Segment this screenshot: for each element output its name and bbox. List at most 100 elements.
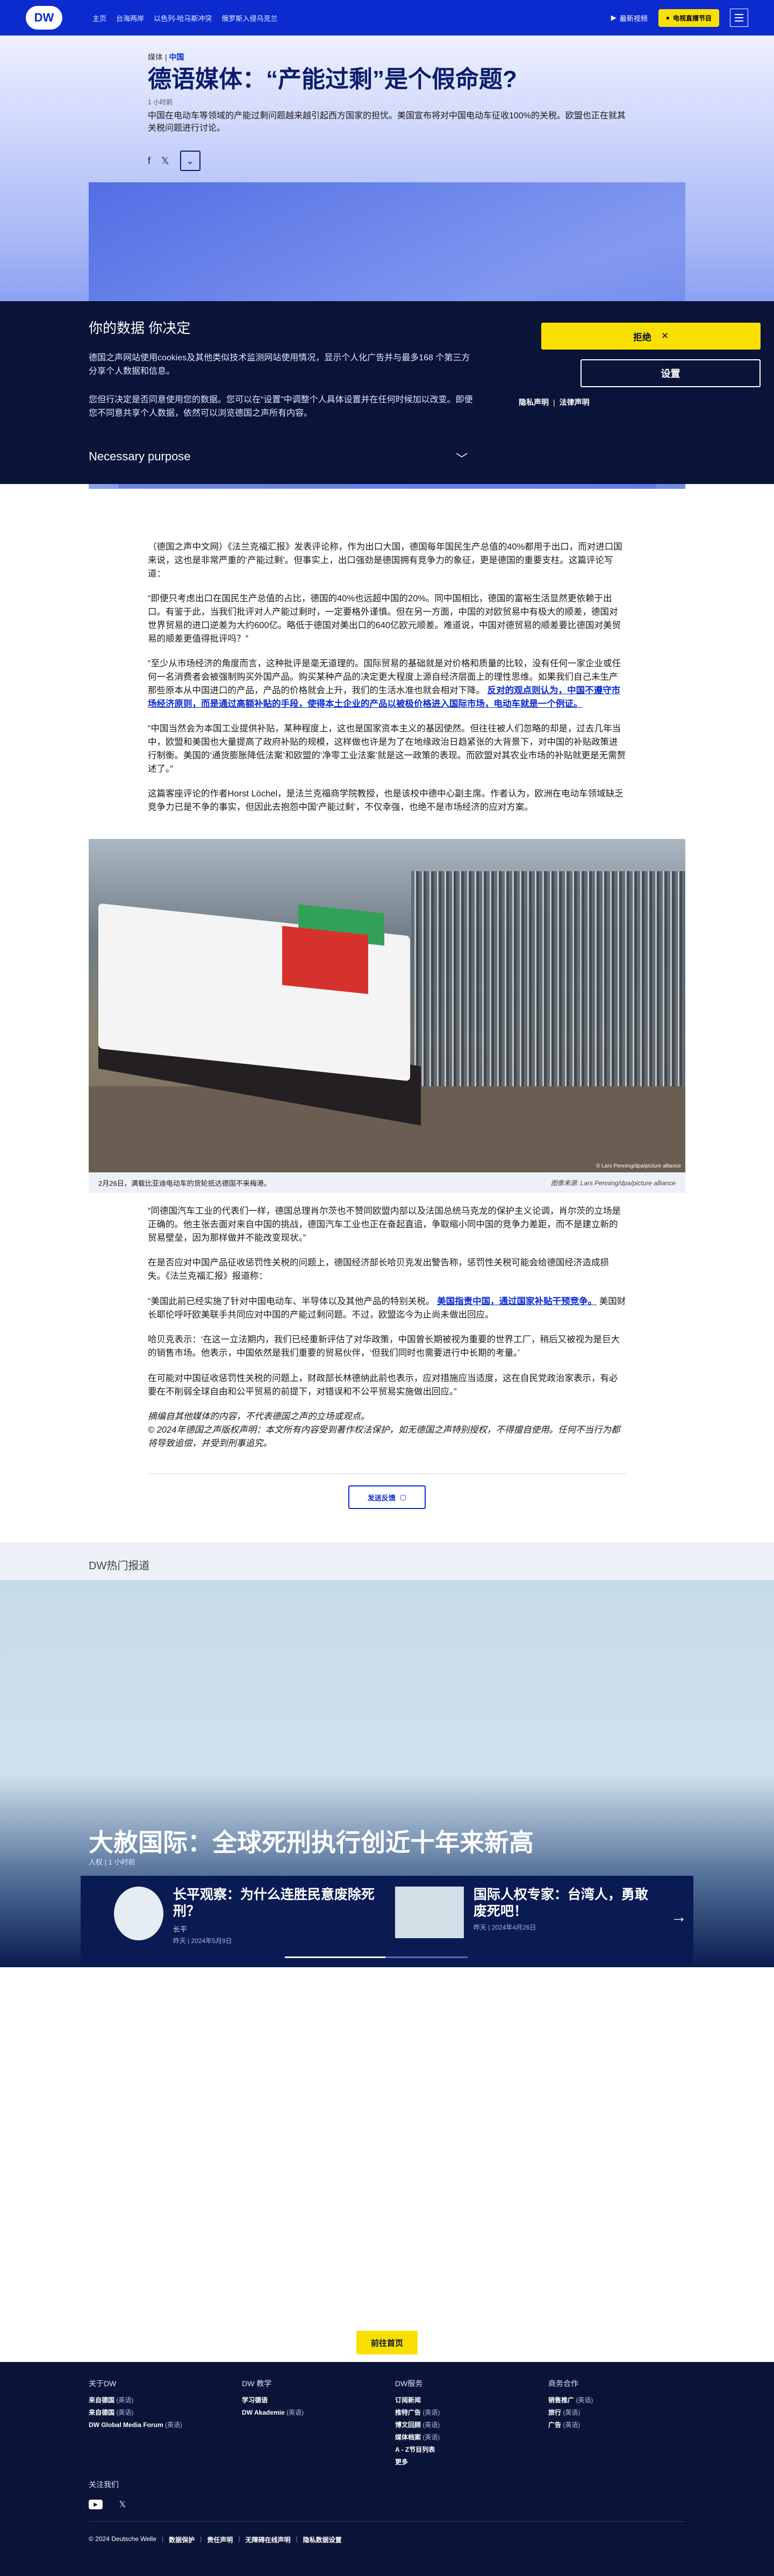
cookie-text-1: 德国之声网站使用cookies及其他类似技术监测网站使用情况，显示个人化广告并与… — [89, 353, 470, 376]
close-icon: ✕ — [661, 331, 669, 341]
home-button[interactable]: 前往首页 — [356, 2331, 418, 2354]
footer-link[interactable]: DW Global Media Forum (英语) — [89, 2420, 228, 2429]
cookie-banner: 你的数据 你决定 德国之声网站使用cookies及其他类似技术监测网站使用情况，… — [0, 301, 774, 484]
article-image[interactable]: © Lars Penning/dpa/picture alliance — [89, 839, 685, 1172]
privacy-link[interactable]: 隐私声明 — [519, 398, 549, 407]
dw-logo[interactable]: DW — [26, 6, 62, 30]
footer-link-disclaimer[interactable]: 责任声明 — [207, 2535, 233, 2544]
nav-item-israel-hamas[interactable]: 以色列-哈马斯冲突 — [154, 13, 212, 23]
footer-link[interactable]: 推特广告 (英语) — [395, 2408, 535, 2417]
article-paragraph: 在可能对中国征收惩罚性关税的问题上，财政部长林德纳此前也表示，应对措施应当适度，… — [148, 1373, 618, 1397]
carousel-card[interactable]: 国际人权专家：台湾人，勇敢废死吧！ 昨天 | 2024年4月26日 — [395, 1887, 658, 1951]
article-paragraph: “即便只考虑出口在国民生产总值的占比，德国的40%也远超中国的20%。同中国相比… — [148, 594, 621, 644]
carousel-progress-fill — [285, 1956, 385, 1958]
article-paragraph: （德国之声中文网）《法兰克福汇报》发表评论称，作为出口大国，德国每年国民生产总值… — [148, 542, 622, 579]
image-caption: 2月26日，满载比亚迪电动车的货轮抵达德国不来梅港。 — [98, 1179, 271, 1187]
chevron-down-icon: ﹀ — [455, 452, 468, 466]
nav-item-home[interactable]: 主页 — [92, 13, 106, 23]
cookie-title: 你的数据 你决定 — [89, 320, 191, 336]
footer-link[interactable]: DW Akademie (英语) — [242, 2408, 382, 2417]
video-icon: ▶ — [611, 13, 617, 22]
footer-link[interactable]: 学习德语 — [242, 2395, 382, 2404]
footer-legal: © 2024 Deutsche Welle | 数据保护 | 责任声明 | 无障碍在线… — [89, 2535, 342, 2544]
card-tag: 长平 — [173, 1925, 187, 1933]
hot-headline[interactable]: 大赦国际：全球死刑执行创近十年来新高 — [89, 1823, 534, 1859]
copyright: © 2024 Deutsche Welle — [89, 2535, 157, 2543]
inline-link[interactable]: 美国指责中国，通过国家补贴干预竞争。 — [437, 1297, 597, 1306]
settings-button[interactable]: 设置 — [580, 359, 761, 387]
footnote-disclaimer: 摘编自其他媒体的内容，不代表德国之声的立场或观点。 — [148, 1412, 370, 1422]
footer-col-title: DW 教学 — [242, 2379, 272, 2388]
latest-video-link[interactable]: ▶ 最新视频 — [611, 13, 648, 23]
live-dot-icon: ● — [665, 14, 670, 22]
live-tv-button[interactable]: ● 电视直播节目 — [658, 9, 719, 27]
more-icon[interactable]: ⌄ — [180, 151, 200, 172]
chevron-right-icon[interactable]: → — [671, 1908, 687, 1926]
article-paragraph: 哈贝克表示：‘在这一立法期内，我们已经重新评估了对华政策，中国曾长期被视为重要的… — [148, 1335, 620, 1358]
menu-icon-line — [735, 14, 743, 15]
footer-link[interactable]: 广告 (英语) — [548, 2420, 688, 2429]
footer-link-data-protection[interactable]: 数据保护 — [169, 2535, 195, 2544]
cookie-links: 隐私声明 | 法律声明 — [519, 398, 590, 407]
footer-link[interactable]: 销售推广 (英语) — [548, 2395, 688, 2404]
footer-col-title: DW服务 — [395, 2379, 423, 2388]
facebook-icon[interactable]: f — [148, 155, 150, 167]
menu-button[interactable] — [730, 9, 748, 27]
article-paragraph: 在是否应对中国产品征收惩罚性关税的问题上，德国经济部长哈贝克发出警告称，惩罚性关… — [148, 1258, 609, 1281]
footer-col-learning: DW 教学 学习德语 DW Akademie (英语) — [242, 2378, 382, 2420]
footer-link[interactable]: A - Z节目列表 — [395, 2445, 535, 2454]
article-paragraph: “至少从市场经济的角度而言，这种批评是毫无道理的。国际贸易的基础就是对价格和质量… — [148, 657, 626, 710]
youtube-icon[interactable]: ▶ — [89, 2500, 103, 2509]
comment-icon: ▢ — [399, 1493, 407, 1501]
footer-link[interactable]: 旅行 (英语) — [548, 2408, 688, 2417]
footer-link[interactable]: 来自德国 (英语) — [89, 2408, 228, 2417]
footer-col-business: 商务合作 销售推广 (英语) 旅行 (英语) 广告 (英语) — [548, 2378, 688, 2432]
card-date: 昨天 | 2024年5月9日 — [173, 1937, 232, 1945]
social-links: ▶ 𝕏 — [89, 2500, 130, 2509]
footer-link[interactable]: 来自德国 (英语) — [89, 2395, 228, 2404]
purpose-label: Necessary purpose — [89, 450, 191, 463]
image-caption-bar: 2月26日，满载比亚迪电动车的货轮抵达德国不来梅港。 图像来源: Lars Pe… — [89, 1172, 685, 1193]
hot-meta: 人权 | 1 小时前 — [89, 1858, 135, 1866]
kicker-type: 媒体 — [148, 53, 163, 61]
legal-link[interactable]: 法律声明 — [560, 398, 590, 407]
hot-tag[interactable]: 人权 — [89, 1858, 103, 1866]
article-body: （德国之声中文网）《法兰克福汇报》发表评论称，作为出口大国，德国每年国民生产总值… — [148, 540, 626, 826]
ship-logo-area — [282, 926, 368, 994]
x-icon[interactable]: 𝕏 — [161, 155, 169, 167]
image-credit: 图像来源: Lars Penning/dpa/picture alliance — [550, 1179, 676, 1187]
footer-link[interactable]: 更多 — [395, 2457, 535, 2466]
feedback-label: 发送反馈 — [367, 1493, 396, 1502]
paragraph-text: “美国此前已经实施了针对中国电动车、半导体以及其他产品的特别关税。 — [148, 1296, 435, 1306]
image-watermark: © Lars Penning/dpa/picture alliance — [596, 1163, 681, 1169]
feedback-button[interactable]: 发送反馈 ▢ — [348, 1485, 426, 1509]
article-header: 媒体 | 中国 德语媒体：“产能过剩”是个假命题? 1 小时前 中国在电动车等领… — [148, 52, 626, 172]
footer: 关于DW 来自德国 (英语) 来自德国 (英语) DW Global Media… — [0, 2362, 774, 2576]
footer-col-title: 商务合作 — [548, 2379, 578, 2388]
nav-item-taiwan[interactable]: 台海两岸 — [116, 13, 144, 23]
kicker-section[interactable]: 中国 — [169, 53, 184, 61]
article-kicker: 媒体 | 中国 — [148, 53, 184, 61]
x-icon[interactable]: 𝕏 — [116, 2500, 130, 2509]
footer-col-services: DW服务 订阅新闻 推特广告 (英语) 博文回顾 (英语) 媒体档案 (英语) … — [395, 2378, 535, 2470]
article-teaser: 中国在电动车等领域的产能过剩问题越来越引起西方国家的担忧。美国宣布将对中国电动车… — [148, 111, 626, 133]
reject-button[interactable]: 拒绝 ✕ — [541, 323, 761, 350]
reject-label: 拒绝 — [633, 332, 651, 343]
card-title: 长平观察：为什么连胜民意废除死刑？ — [173, 1887, 375, 1919]
footer-link-accessibility[interactable]: 无障碍在线声明 — [245, 2535, 290, 2544]
top-navigation-bar: DW 主页 台海两岸 以色列-哈马斯冲突 俄罗斯入侵乌克兰 ▶ 最新视频 ● 电… — [0, 0, 774, 35]
carousel-card[interactable]: 长平观察：为什么连胜民意废除死刑？ 长平 昨天 | 2024年5月9日 — [114, 1887, 383, 1951]
live-tv-label: 电视直播节目 — [672, 14, 712, 22]
necessary-purpose-toggle[interactable]: Necessary purpose ﹀ — [89, 450, 468, 467]
main-nav: 主页 台海两岸 以色列-哈马斯冲突 俄罗斯入侵乌克兰 — [92, 13, 611, 23]
footer-link[interactable]: 博文回顾 (英语) — [395, 2420, 535, 2429]
page-title: 德语媒体：“产能过剩”是个假命题? — [148, 66, 517, 92]
footer-link-privacy-settings[interactable]: 隐私数据设置 — [303, 2535, 342, 2544]
share-bar: f 𝕏 ⌄ — [148, 151, 626, 172]
hot-section-title: DW热门报道 — [89, 1560, 150, 1572]
footer-link[interactable]: 订阅新闻 — [395, 2395, 535, 2404]
nav-item-ukraine[interactable]: 俄罗斯入侵乌克兰 — [221, 13, 277, 23]
footnote-copyright: © 2024年德国之声版权声明：本文所有内容受到著作权法保护，如无德国之声特别授… — [148, 1425, 620, 1448]
footer-link[interactable]: 媒体档案 (英语) — [395, 2432, 535, 2442]
cookie-text-2: 您但行决定是否同意使用您的数据。您可以在“设置”中调整个人具体设置并在任何时候加… — [89, 395, 473, 418]
